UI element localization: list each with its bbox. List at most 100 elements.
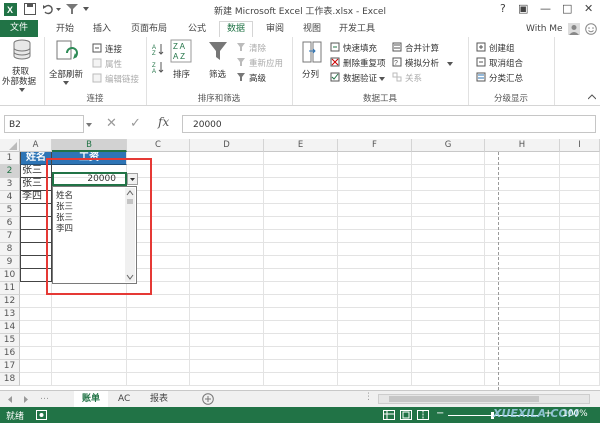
cell-h2[interactable]	[485, 165, 560, 178]
cell-f13[interactable]	[338, 308, 412, 321]
cell-c16[interactable]	[127, 347, 190, 360]
properties-button[interactable]: 属性	[105, 58, 122, 70]
remove-duplicates-icon[interactable]	[330, 57, 340, 70]
cancel-formula-icon[interactable]: ✕	[106, 116, 117, 131]
cell-d4[interactable]	[190, 191, 264, 204]
column-header[interactable]: A	[20, 139, 52, 152]
group-button[interactable]: 创建组	[489, 42, 515, 54]
cell-i1[interactable]	[560, 152, 600, 165]
what-if-dropdown-icon[interactable]	[447, 60, 453, 70]
cell-i8[interactable]	[560, 243, 600, 256]
column-header[interactable]: H	[485, 139, 560, 152]
cell-g7[interactable]	[412, 230, 485, 243]
cell-i16[interactable]	[560, 347, 600, 360]
cell-a17[interactable]	[20, 360, 52, 373]
cell-c17[interactable]	[127, 360, 190, 373]
customize-qat-icon[interactable]	[82, 3, 90, 18]
cell-f3[interactable]	[338, 178, 412, 191]
connections-button[interactable]: 连接	[105, 43, 122, 55]
row-header[interactable]: 16	[0, 347, 20, 360]
cell-d7[interactable]	[190, 230, 264, 243]
filter-icon[interactable]	[208, 40, 228, 65]
cell-h12[interactable]	[485, 295, 560, 308]
row-header[interactable]: 5	[0, 204, 20, 217]
save-icon[interactable]	[24, 3, 36, 18]
cell-g17[interactable]	[412, 360, 485, 373]
column-header[interactable]: G	[412, 139, 485, 152]
undo-dropdown-icon[interactable]	[56, 3, 62, 18]
relationships-button[interactable]: 关系	[405, 72, 422, 84]
flash-fill-button[interactable]: 快速填充	[343, 42, 377, 54]
cell-d1[interactable]	[190, 152, 264, 165]
cell-g13[interactable]	[412, 308, 485, 321]
row-header[interactable]: 4	[0, 191, 20, 204]
cell-a16[interactable]	[20, 347, 52, 360]
cell-g12[interactable]	[412, 295, 485, 308]
cell-e16[interactable]	[264, 347, 338, 360]
cell-f8[interactable]	[338, 243, 412, 256]
cell-e15[interactable]	[264, 334, 338, 347]
cell-h14[interactable]	[485, 321, 560, 334]
cell-i3[interactable]	[560, 178, 600, 191]
cell-e13[interactable]	[264, 308, 338, 321]
cell-i12[interactable]	[560, 295, 600, 308]
more-sheets-icon[interactable]: …	[40, 392, 49, 402]
row-header[interactable]: 2	[0, 165, 20, 178]
cell-a14[interactable]	[20, 321, 52, 334]
minimize-button[interactable]: —	[540, 2, 551, 15]
cell-i14[interactable]	[560, 321, 600, 334]
cell-b12[interactable]	[52, 295, 127, 308]
macro-record-icon[interactable]	[36, 410, 47, 423]
filter-button[interactable]: 筛选	[209, 68, 226, 80]
cell-g4[interactable]	[412, 191, 485, 204]
cell-h7[interactable]	[485, 230, 560, 243]
database-icon[interactable]	[11, 39, 33, 64]
row-header[interactable]: 1	[0, 152, 20, 165]
row-header[interactable]: 6	[0, 217, 20, 230]
sheet-tab-ac[interactable]: AC	[110, 391, 138, 407]
cell-b17[interactable]	[52, 360, 127, 373]
cell-f10[interactable]	[338, 269, 412, 282]
cell-e6[interactable]	[264, 217, 338, 230]
cell-d14[interactable]	[190, 321, 264, 334]
next-sheet-icon[interactable]	[22, 395, 30, 407]
cell-h4[interactable]	[485, 191, 560, 204]
cell-e12[interactable]	[264, 295, 338, 308]
ungroup-icon[interactable]	[476, 57, 486, 70]
cell-h6[interactable]	[485, 217, 560, 230]
row-header[interactable]: 11	[0, 282, 20, 295]
consolidate-button[interactable]: 合并计算	[405, 42, 439, 54]
cell-h16[interactable]	[485, 347, 560, 360]
row-header[interactable]: 18	[0, 373, 20, 386]
cell-i2[interactable]	[560, 165, 600, 178]
row-header[interactable]: 15	[0, 334, 20, 347]
cell-c12[interactable]	[127, 295, 190, 308]
row-header[interactable]: 14	[0, 321, 20, 334]
cell-d5[interactable]	[190, 204, 264, 217]
collapse-ribbon-icon[interactable]	[587, 93, 597, 103]
cell-e4[interactable]	[264, 191, 338, 204]
cell-e9[interactable]	[264, 256, 338, 269]
data-validation-icon[interactable]	[330, 72, 340, 85]
help-button[interactable]: ?	[500, 2, 506, 15]
zoom-out-icon[interactable]: −	[436, 408, 444, 419]
cell-i5[interactable]	[560, 204, 600, 217]
cell-c15[interactable]	[127, 334, 190, 347]
cell-f14[interactable]	[338, 321, 412, 334]
enter-formula-icon[interactable]: ✓	[130, 116, 141, 131]
cell-e1[interactable]	[264, 152, 338, 165]
cell-i6[interactable]	[560, 217, 600, 230]
cell-d12[interactable]	[190, 295, 264, 308]
cell-d13[interactable]	[190, 308, 264, 321]
cell-g2[interactable]	[412, 165, 485, 178]
tab-home[interactable]: 开始	[49, 22, 81, 36]
cell-g5[interactable]	[412, 204, 485, 217]
connections-icon[interactable]	[92, 43, 102, 56]
zoom-in-icon[interactable]: +	[544, 408, 552, 419]
cell-f5[interactable]	[338, 204, 412, 217]
cell-h9[interactable]	[485, 256, 560, 269]
row-header[interactable]: 13	[0, 308, 20, 321]
filter-qat-icon[interactable]	[66, 3, 78, 18]
refresh-all-icon[interactable]	[55, 39, 79, 66]
cell-g10[interactable]	[412, 269, 485, 282]
